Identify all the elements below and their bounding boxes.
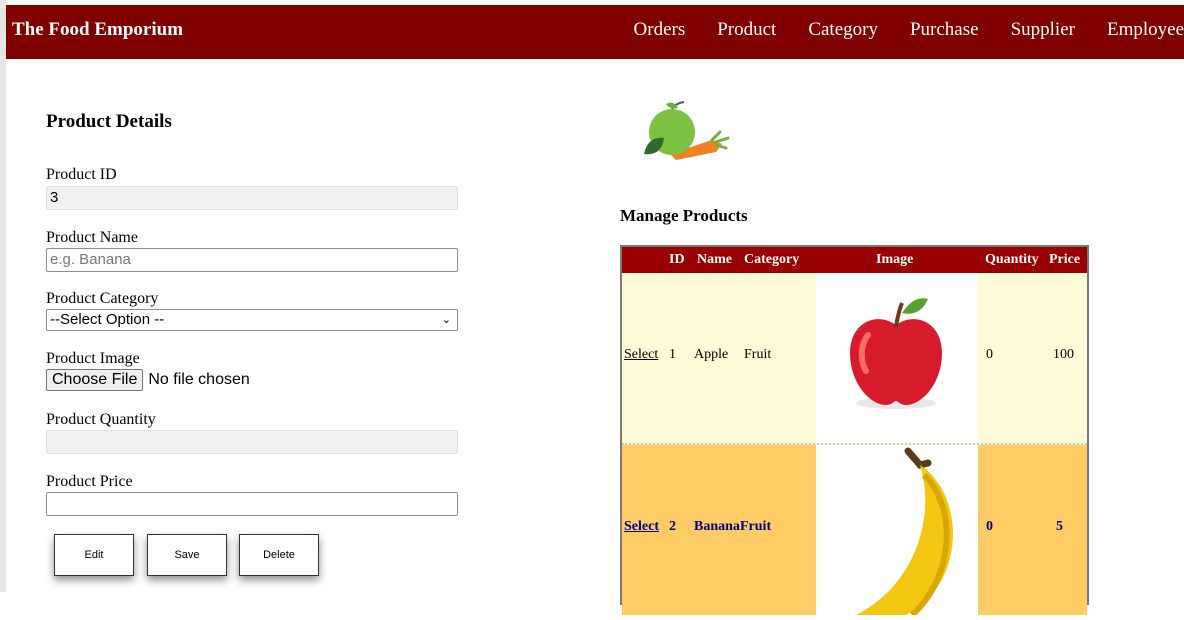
row-name: Banana xyxy=(694,519,740,534)
category-selected-value: --Select Option -- xyxy=(50,311,165,328)
product-id-label: Product ID xyxy=(46,166,117,183)
header-quantity: Quantity xyxy=(985,252,1039,267)
edit-button[interactable]: Edit xyxy=(54,534,134,576)
nav-category[interactable]: Category xyxy=(808,19,878,41)
delete-button[interactable]: Delete xyxy=(239,534,319,576)
product-category-select[interactable]: --Select Option -- ⌄ xyxy=(46,309,458,331)
row-price: 5 xyxy=(1056,519,1063,534)
nav-supplier[interactable]: Supplier xyxy=(1011,19,1075,41)
product-quantity-field[interactable] xyxy=(46,430,458,454)
nav-orders[interactable]: Orders xyxy=(634,19,686,41)
table-row-selected: Select 2 Banana Fruit 0 5 xyxy=(622,445,1087,618)
header-id: ID xyxy=(669,252,685,267)
row-select-link[interactable]: Select xyxy=(624,519,659,535)
row-quantity: 0 xyxy=(986,347,993,362)
window-edge xyxy=(0,0,6,592)
nav-links: Orders Product Category Purchase Supplie… xyxy=(634,19,1184,41)
file-status: No file chosen xyxy=(148,371,250,388)
row-quantity: 0 xyxy=(986,519,993,534)
apple-image-icon xyxy=(850,298,942,409)
navbar: The Food Emporium Orders Product Categor… xyxy=(6,5,1184,59)
banana-image-icon xyxy=(856,447,953,618)
row-name: Apple xyxy=(694,347,729,362)
nav-product[interactable]: Product xyxy=(717,19,776,41)
header-name: Name xyxy=(697,252,732,267)
product-price-input[interactable] xyxy=(46,492,458,516)
product-image-file-input: Choose File No file chosen xyxy=(46,369,250,391)
row-image-cell xyxy=(816,273,978,443)
row-id: 2 xyxy=(669,519,676,534)
product-details-title: Product Details xyxy=(46,111,172,132)
product-quantity-label: Product Quantity xyxy=(46,411,156,428)
product-id-field[interactable]: 3 xyxy=(46,186,458,210)
row-category: Fruit xyxy=(744,347,772,362)
nav-employee[interactable]: Employee xyxy=(1107,19,1184,41)
product-price-label: Product Price xyxy=(46,473,133,490)
nav-purchase[interactable]: Purchase xyxy=(910,19,979,41)
manage-products-title: Manage Products xyxy=(620,206,748,225)
row-id: 1 xyxy=(669,347,676,362)
header-category: Category xyxy=(744,252,800,267)
table-header: ID Name Category Image Quantity Price xyxy=(622,247,1087,273)
row-price: 100 xyxy=(1053,347,1074,362)
product-category-label: Product Category xyxy=(46,290,159,307)
header-price: Price xyxy=(1049,252,1081,267)
chevron-down-icon: ⌄ xyxy=(441,314,451,326)
row-select-link[interactable]: Select xyxy=(624,347,658,363)
row-category: Fruit xyxy=(740,519,772,534)
food-logo-icon xyxy=(644,101,730,160)
header-image: Image xyxy=(876,252,914,267)
products-table: ID Name Category Image Quantity Price Se… xyxy=(620,245,1089,618)
save-button[interactable]: Save xyxy=(147,534,227,576)
row-image-cell xyxy=(816,445,978,618)
brand-title[interactable]: The Food Emporium xyxy=(12,19,183,41)
choose-file-button[interactable]: Choose File xyxy=(46,369,144,391)
table-row: Select 1 Apple Fruit 0 100 xyxy=(622,273,1087,445)
product-name-label: Product Name xyxy=(46,229,138,246)
product-name-input[interactable]: e.g. Banana xyxy=(46,248,458,272)
product-image-label: Product Image xyxy=(46,350,140,367)
